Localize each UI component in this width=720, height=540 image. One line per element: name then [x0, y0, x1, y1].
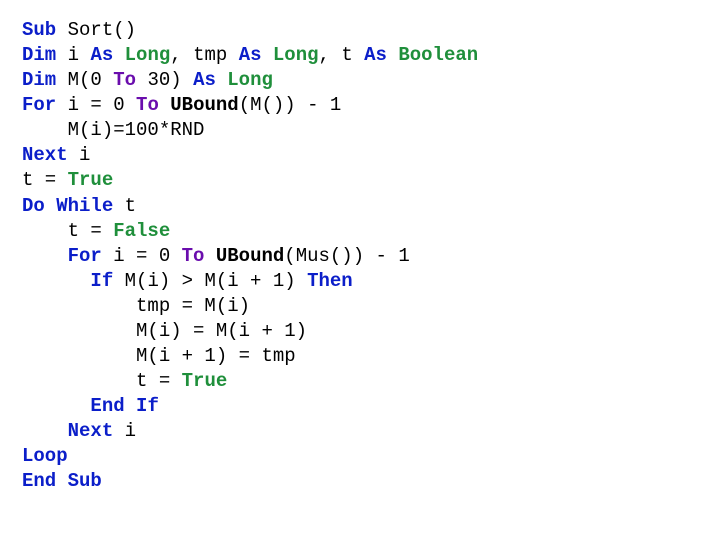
type-long: Long	[273, 44, 319, 66]
code-line: tmp = M(i)	[22, 295, 250, 317]
code-line: Dim M(0 To 30) As Long	[22, 69, 273, 91]
kw-loop: Loop	[22, 445, 68, 467]
kw-end: End	[22, 470, 56, 492]
kw-to: To	[182, 245, 205, 267]
code-line: For i = 0 To UBound(M()) - 1	[22, 94, 341, 116]
code-line: t = False	[22, 220, 170, 242]
fn-ubound: UBound	[170, 94, 238, 116]
code-line: M(i + 1) = tmp	[22, 345, 296, 367]
code-block: Sub Sort() Dim i As Long, tmp As Long, t…	[0, 0, 720, 512]
code-line: End If	[22, 395, 159, 417]
kw-dim: Dim	[22, 44, 56, 66]
kw-true: True	[182, 370, 228, 392]
kw-then: Then	[307, 270, 353, 292]
code-line: M(i) = M(i + 1)	[22, 320, 307, 342]
proc-name: Sort()	[56, 19, 136, 41]
fn-ubound: UBound	[216, 245, 284, 267]
code-line: t = True	[22, 370, 227, 392]
type-long: Long	[227, 69, 273, 91]
kw-to: To	[113, 69, 136, 91]
kw-while: While	[56, 195, 113, 217]
code-line: For i = 0 To UBound(Mus()) - 1	[22, 245, 410, 267]
kw-as: As	[90, 44, 113, 66]
code-line: Next i	[22, 144, 90, 166]
kw-if: If	[90, 270, 113, 292]
kw-next: Next	[22, 144, 68, 166]
kw-as: As	[364, 44, 387, 66]
code-line: If M(i) > M(i + 1) Then	[22, 270, 353, 292]
code-line: t = True	[22, 169, 113, 191]
kw-do: Do	[22, 195, 45, 217]
code-line: End Sub	[22, 470, 102, 492]
kw-next: Next	[68, 420, 114, 442]
kw-if: If	[136, 395, 159, 417]
kw-false: False	[113, 220, 170, 242]
code-line: Do While t	[22, 195, 136, 217]
kw-as: As	[193, 69, 216, 91]
kw-to: To	[136, 94, 159, 116]
type-boolean: Boolean	[398, 44, 478, 66]
kw-end: End	[90, 395, 124, 417]
kw-sub: Sub	[22, 19, 56, 41]
kw-true: True	[68, 169, 114, 191]
kw-for: For	[68, 245, 102, 267]
code-line: Next i	[22, 420, 136, 442]
code-line: Loop	[22, 445, 68, 467]
code-line: Dim i As Long, tmp As Long, t As Boolean	[22, 44, 478, 66]
code-line: Sub Sort()	[22, 19, 136, 41]
kw-for: For	[22, 94, 56, 116]
code-line: M(i)=100*RND	[22, 119, 204, 141]
kw-dim: Dim	[22, 69, 56, 91]
kw-as: As	[239, 44, 262, 66]
type-long: Long	[125, 44, 171, 66]
kw-sub: Sub	[68, 470, 102, 492]
